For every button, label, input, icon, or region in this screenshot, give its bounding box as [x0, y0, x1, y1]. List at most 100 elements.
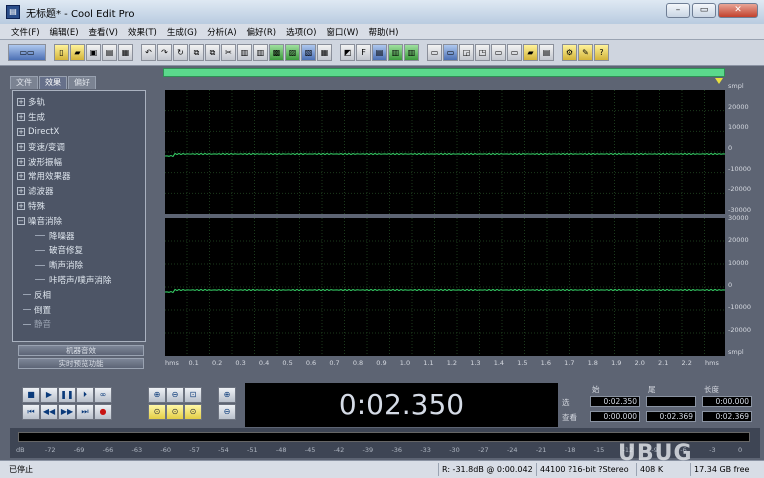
zoom-in-vertical-icon[interactable]: ⊕: [218, 387, 236, 403]
copy-new-icon[interactable]: ⧉: [205, 44, 220, 61]
tree-item[interactable]: + 变速/变调: [17, 139, 145, 154]
sel-end-field[interactable]: [646, 396, 696, 407]
waveform-area[interactable]: smpl 20000 10000 0 -10000 -20000 -30000 30000 2…: [163, 68, 751, 372]
undo-icon[interactable]: ↶: [141, 44, 156, 61]
expand-icon[interactable]: +: [17, 127, 25, 136]
zoom-left-icon[interactable]: ⊙: [166, 404, 184, 420]
tree-item[interactable]: 降噪器: [17, 228, 145, 243]
play-button[interactable]: ▶: [40, 387, 58, 403]
repeat-icon[interactable]: ↻: [173, 44, 188, 61]
maximize-button[interactable]: ▭: [692, 3, 716, 18]
expand-icon[interactable]: +: [17, 98, 25, 107]
tree-item[interactable]: + 滤波器: [17, 184, 145, 199]
view-length-field[interactable]: 0:02.369: [702, 411, 752, 422]
view-end-field[interactable]: 0:02.369: [646, 411, 696, 422]
go-to-end-button[interactable]: ⏭: [76, 404, 94, 420]
expand-icon[interactable]: +: [17, 142, 25, 151]
tree-item[interactable]: 咔嗒声/噗声消除: [17, 273, 145, 288]
new-file-icon[interactable]: ▯: [54, 44, 69, 61]
mix-paste-icon[interactable]: ▩: [269, 44, 284, 61]
play-to-end-button[interactable]: ⏵: [76, 387, 94, 403]
stop-button[interactable]: ■: [22, 387, 40, 403]
spectral-view-icon[interactable]: ◩: [340, 44, 355, 61]
zoom-in-horizontal-icon[interactable]: ⊕: [148, 387, 166, 403]
menu-generate[interactable]: 生成(G): [162, 26, 202, 38]
menu-view[interactable]: 查看(V): [84, 26, 123, 38]
paste-icon[interactable]: ▥: [237, 44, 252, 61]
expand-icon[interactable]: +: [17, 201, 25, 210]
region-icon[interactable]: ▭: [507, 44, 522, 61]
menu-options[interactable]: 选项(O): [281, 26, 321, 38]
zoom-full-view-icon[interactable]: ⊡: [184, 387, 202, 403]
menu-help[interactable]: 帮助(H): [363, 26, 403, 38]
tab-files[interactable]: 文件: [10, 76, 38, 89]
copy-icon[interactable]: ⧉: [189, 44, 204, 61]
tree-item[interactable]: + 多轨: [17, 95, 145, 110]
sel-length-field[interactable]: 0:00.000: [702, 396, 752, 407]
menu-analyze[interactable]: 分析(A): [202, 26, 241, 38]
go-to-start-button[interactable]: ⏮: [22, 404, 40, 420]
marker-icon[interactable]: ▭: [491, 44, 506, 61]
help-icon[interactable]: ?: [594, 44, 609, 61]
save-file-icon[interactable]: ▣: [86, 44, 101, 61]
close-file-icon[interactable]: ▦: [118, 44, 133, 61]
spectrum-view-icon[interactable]: ▥: [388, 44, 403, 61]
zoom-sel-icon[interactable]: ▭: [443, 44, 458, 61]
left-channel[interactable]: [164, 90, 726, 214]
folder-icon[interactable]: ▰: [523, 44, 538, 61]
expand-icon[interactable]: +: [17, 157, 25, 166]
tree-item[interactable]: + 波形振幅: [17, 154, 145, 169]
tree-item[interactable]: − 噪音消除: [17, 213, 145, 228]
record-button[interactable]: ●: [94, 404, 112, 420]
expand-icon[interactable]: +: [17, 172, 25, 181]
fast-forward-button[interactable]: ▶▶: [58, 404, 76, 420]
view-begin-field[interactable]: 0:00.000: [590, 411, 640, 422]
zoom-out-vertical-icon[interactable]: ⊖: [218, 404, 236, 420]
rewind-button[interactable]: ◀◀: [40, 404, 58, 420]
tree-item[interactable]: + 常用效果器: [17, 169, 145, 184]
tree-item[interactable]: 反相: [17, 287, 145, 302]
menu-edit[interactable]: 编辑(E): [45, 26, 84, 38]
title-bar[interactable]: ▤ 无标题* - Cool Edit Pro – ▭ ✕: [0, 0, 764, 24]
tab-effects[interactable]: 效果: [39, 76, 67, 89]
tree-item[interactable]: + 特殊: [17, 199, 145, 214]
script-icon[interactable]: ✎: [578, 44, 593, 61]
time-ruler[interactable]: hms 0.1 0.2 0.3 0.4 0.5 0.6 0.7 0.8 0.9 1.0 1.1 1.2 1…: [165, 358, 725, 370]
loop-button[interactable]: ∞: [94, 387, 112, 403]
menu-window[interactable]: 窗口(W): [321, 26, 363, 38]
minimize-button[interactable]: –: [666, 3, 690, 18]
effect-button-2[interactable]: 实时预览功能: [18, 358, 144, 369]
save-as-icon[interactable]: ▤: [102, 44, 117, 61]
trim-icon[interactable]: ▨: [285, 44, 300, 61]
tree-item[interactable]: 静音: [17, 317, 145, 332]
redo-icon[interactable]: ↷: [157, 44, 172, 61]
zoom-full-icon[interactable]: ▭: [427, 44, 442, 61]
snap-icon[interactable]: ◲: [459, 44, 474, 61]
tree-item[interactable]: + 生成: [17, 110, 145, 125]
sel-begin-field[interactable]: 0:02.350: [590, 396, 640, 407]
menu-effects[interactable]: 效果(T): [123, 26, 162, 38]
silence-icon[interactable]: ▧: [301, 44, 316, 61]
cue-icon[interactable]: F: [356, 44, 371, 61]
paste-new-icon[interactable]: ▥: [253, 44, 268, 61]
open-file-icon[interactable]: ▰: [70, 44, 85, 61]
frames-icon[interactable]: ◳: [475, 44, 490, 61]
tree-item[interactable]: 破音修复: [17, 243, 145, 258]
zoom-out-horizontal-icon[interactable]: ⊖: [166, 387, 184, 403]
effect-button-1[interactable]: 机器音效: [18, 345, 144, 356]
delete-icon[interactable]: ▦: [317, 44, 332, 61]
tree-item[interactable]: + DirectX: [17, 125, 145, 140]
cut-icon[interactable]: ✂: [221, 44, 236, 61]
menu-file[interactable]: 文件(F): [6, 26, 45, 38]
list-icon[interactable]: ▤: [539, 44, 554, 61]
close-button[interactable]: ✕: [718, 3, 758, 18]
pause-button[interactable]: ❚❚: [58, 387, 76, 403]
zoom-to-selection-icon[interactable]: ⊙: [148, 404, 166, 420]
playhead-marker-icon[interactable]: [715, 78, 723, 84]
tab-favorites[interactable]: 偏好: [68, 76, 96, 89]
pan-view-icon[interactable]: ▥: [404, 44, 419, 61]
tree-item[interactable]: 倒置: [17, 302, 145, 317]
expand-icon[interactable]: +: [17, 187, 25, 196]
multitrack-toggle-button[interactable]: ▭▭: [8, 44, 46, 61]
expand-icon[interactable]: +: [17, 113, 25, 122]
